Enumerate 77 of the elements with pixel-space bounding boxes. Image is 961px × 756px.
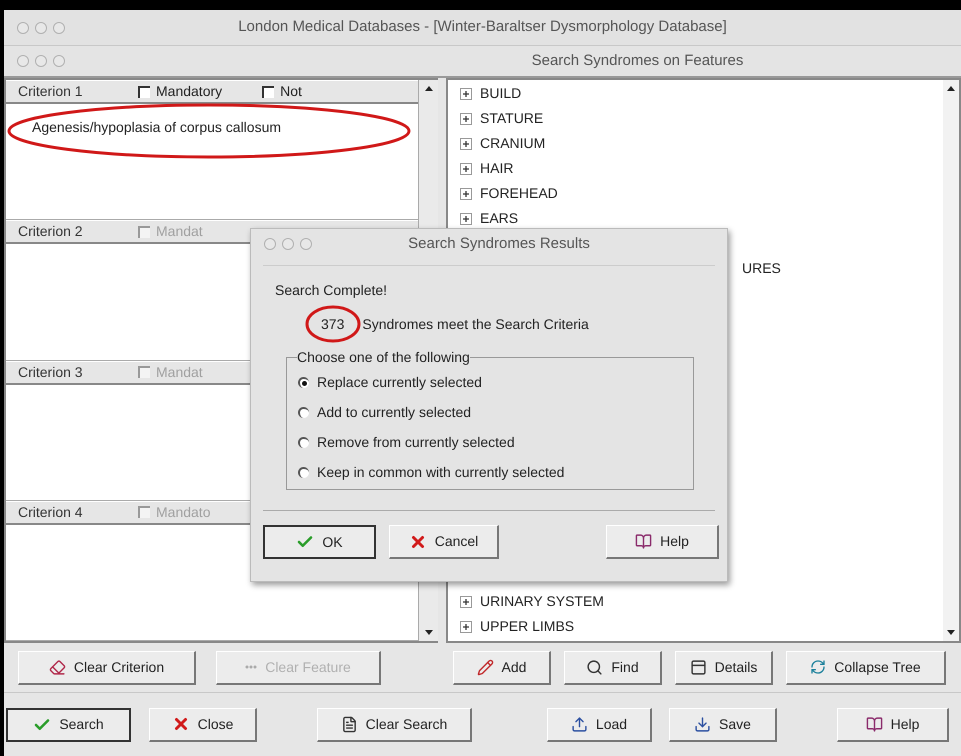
expand-icon[interactable] (460, 212, 472, 224)
criterion-field[interactable]: Agenesis/hypoplasia of corpus callosum (6, 104, 418, 220)
radio-button[interactable] (298, 376, 309, 388)
window-controls-icon (16, 54, 66, 68)
criterion-label: Criterion 4 (18, 502, 84, 522)
checkbox-label: Not (280, 82, 302, 101)
scroll-down-icon[interactable] (945, 627, 957, 637)
expand-icon[interactable] (460, 138, 472, 150)
expand-icon[interactable] (460, 596, 472, 608)
eraser-icon (48, 658, 66, 676)
expand-icon[interactable] (460, 162, 472, 174)
scroll-up-icon[interactable] (422, 84, 434, 94)
window-controls-icon (16, 20, 66, 34)
push-button[interactable]: Find (564, 650, 662, 684)
criterion-label: Criterion 2 (18, 222, 84, 242)
radio-label: Remove from currently selected (317, 432, 515, 452)
checkbox-label: Mandatory (156, 82, 222, 101)
radio-button[interactable] (298, 436, 309, 448)
push-button[interactable]: Help (837, 708, 949, 742)
book-icon (866, 716, 883, 732)
document-icon (340, 716, 358, 732)
radio-label: Replace currently selected (317, 372, 482, 392)
upload-icon (570, 716, 588, 732)
expand-icon[interactable] (460, 620, 472, 632)
book-icon (635, 533, 652, 550)
push-button[interactable]: Save (669, 708, 777, 742)
scrollbar[interactable] (943, 80, 959, 641)
scroll-up-icon[interactable] (945, 84, 957, 94)
checkbox[interactable] (138, 86, 150, 98)
search-icon (586, 658, 604, 676)
radio-button[interactable] (298, 406, 309, 418)
push-button[interactable]: Collapse Tree (786, 650, 946, 684)
checkbox-label: Mandato (156, 502, 210, 522)
radio-label: Keep in common with currently selected (317, 462, 564, 482)
tree-item[interactable]: HAIR (480, 158, 514, 179)
tree-item[interactable]: URES (742, 258, 781, 279)
window-controls-icon (263, 237, 313, 251)
window-icon (690, 658, 707, 676)
tree-item[interactable]: BUILD (480, 83, 522, 104)
push-button[interactable]: Details (675, 650, 773, 684)
expand-icon[interactable] (460, 112, 472, 124)
checkbox-label: Mandat (156, 362, 203, 382)
result-message: Syndromes meet the Search Criteria (362, 315, 589, 334)
status-heading: Search Complete! (275, 281, 388, 300)
tree-item[interactable]: CRANIUM (480, 133, 546, 154)
highlight-ellipse (305, 305, 361, 343)
scroll-down-icon[interactable] (422, 627, 434, 637)
tree-item[interactable]: STATURE (480, 108, 544, 129)
tree-item[interactable]: EARS (480, 208, 518, 229)
push-button[interactable]: OK (263, 525, 376, 559)
tree-item[interactable]: URINARY SYSTEM (480, 591, 604, 612)
checkbox[interactable] (262, 86, 274, 98)
push-button[interactable]: Help (606, 525, 719, 559)
expand-icon[interactable] (460, 88, 472, 100)
tree-item[interactable]: UPPER LIMBS (480, 616, 574, 637)
window-title: Search Syndromes on Features (530, 50, 744, 71)
pencil-icon (476, 658, 494, 676)
download-icon (694, 716, 712, 732)
result-count: 373 (321, 315, 344, 334)
push-button[interactable]: Close (149, 708, 257, 742)
tree-item[interactable]: FOREHEAD (480, 183, 558, 204)
radio-button[interactable] (298, 466, 309, 478)
push-button[interactable]: Add (453, 650, 551, 684)
refresh-icon (810, 659, 826, 675)
checkbox-label: Mandat (156, 222, 203, 242)
push-button[interactable]: Clear Criterion (18, 650, 196, 684)
dialog-title: Search Syndromes Results (407, 234, 591, 254)
push-button[interactable]: Clear Search (317, 708, 472, 742)
criterion-label: Criterion 1 (18, 82, 84, 101)
push-button[interactable]: Load (547, 708, 652, 742)
push-button[interactable]: Cancel (389, 525, 499, 559)
push-button[interactable]: Search (6, 708, 131, 742)
criterion-label: Criterion 3 (18, 362, 84, 382)
expand-icon[interactable] (460, 188, 472, 200)
app-title: London Medical Databases - [Winter-Baraltser Dysmorphology Database] (237, 17, 728, 38)
radio-label: Add to currently selected (317, 402, 472, 422)
dots-icon (245, 665, 258, 669)
